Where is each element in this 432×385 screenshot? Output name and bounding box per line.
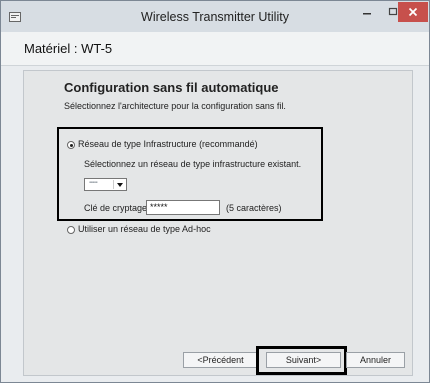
device-header: Matériel : WT-5 (1, 32, 429, 66)
adhoc-radio-label[interactable]: Utiliser un réseau de type Ad-hoc (78, 224, 211, 234)
cancel-button[interactable]: Annuler (346, 352, 405, 368)
app-window: Wireless Transmitter Utility Matériel : … (0, 0, 430, 383)
minimize-icon (363, 13, 371, 15)
maximize-icon (388, 7, 398, 16)
close-icon (408, 7, 418, 17)
network-select-value: ▪▪▪▪▪ (89, 180, 98, 186)
infrastructure-radio-label[interactable]: Réseau de type Infrastructure (recommand… (78, 139, 258, 149)
minimize-button[interactable] (354, 2, 380, 22)
previous-button[interactable]: <Précédent (183, 352, 258, 368)
select-network-text: Sélectionnez un réseau de type infrastru… (84, 159, 302, 169)
next-button[interactable]: Suivant> (266, 352, 341, 368)
select-separator (113, 180, 114, 189)
instruction-text: Sélectionnez l'architecture pour la conf… (64, 101, 286, 111)
close-button[interactable] (398, 2, 428, 22)
device-label: Matériel : WT-5 (24, 41, 113, 56)
network-select[interactable]: ▪▪▪▪▪ (84, 178, 127, 191)
wizard-panel: Configuration sans fil automatique Sélec… (23, 70, 413, 376)
key-hint: (5 caractères) (226, 203, 282, 213)
adhoc-radio[interactable] (67, 226, 75, 234)
encryption-key-input[interactable]: ***** (146, 200, 220, 215)
page-heading: Configuration sans fil automatique (64, 80, 279, 95)
title-bar[interactable]: Wireless Transmitter Utility (1, 1, 429, 32)
chevron-down-icon (117, 183, 123, 187)
key-label: Clé de cryptage (84, 203, 148, 213)
infrastructure-radio[interactable] (67, 141, 75, 149)
